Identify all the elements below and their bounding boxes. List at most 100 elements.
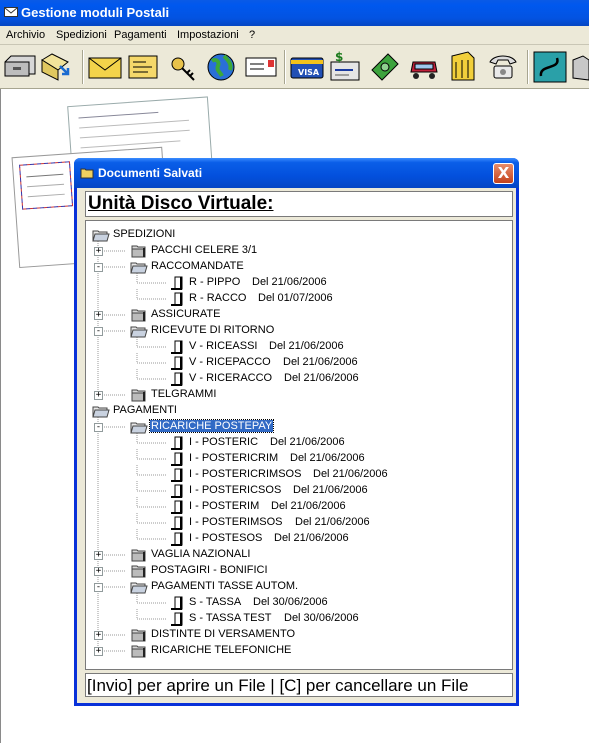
tree-item-date: Del 30/06/2006 <box>284 612 359 624</box>
menu-impostazioni[interactable]: Impostazioni <box>177 29 239 41</box>
visa-card-icon[interactable]: VISA <box>288 48 326 86</box>
tree-item-label: PAGAMENTI TASSE AUTOM. <box>151 580 299 592</box>
tree-item-date: Del 21/06/2006 <box>252 276 327 288</box>
expand-icon[interactable]: + <box>94 631 103 640</box>
tree-folder-item[interactable]: - RICARICHE POSTEPAY <box>86 419 512 435</box>
document-icon <box>171 436 183 450</box>
tree-document-item[interactable]: I - POSTERICRIM Del 21/06/2006 <box>86 451 512 467</box>
tree-item-label: I - POSTERICRIM <box>189 452 279 464</box>
tree-document-item[interactable]: I - POSTERIMSOS Del 21/06/2006 <box>86 515 512 531</box>
chart-icon[interactable] <box>531 48 569 86</box>
document-icon <box>171 500 183 514</box>
menu-bar: Archivio Spedizioni Pagamenti Impostazio… <box>0 26 589 45</box>
tree-item-label: V - RICEASSI <box>189 340 258 352</box>
tree-item-label: RICARICHE TELEFONICHE <box>151 644 292 656</box>
document-tree[interactable]: SPEDIZIONI + PACCHI CELERE 3/1 - RACCOMANDAT… <box>85 220 513 670</box>
menu-help[interactable]: ? <box>249 29 255 41</box>
box-icon[interactable] <box>569 48 589 86</box>
tree-folder-item[interactable]: + PACCHI CELERE 3/1 <box>86 243 512 259</box>
dialog-title-bar[interactable]: Documenti Salvati X <box>74 158 519 188</box>
tree-item-label: RACCOMANDATE <box>151 260 244 272</box>
tree-folder-item[interactable]: + DISTINTE DI VERSAMENTO <box>86 627 512 643</box>
document-icon <box>171 612 183 626</box>
tree-document-item[interactable]: I - POSTERIC Del 21/06/2006 <box>86 435 512 451</box>
tree-folder-item[interactable]: SPEDIZIONI <box>86 227 512 243</box>
expand-icon[interactable]: + <box>94 647 103 656</box>
tree-item-label: I - POSTERICSOS <box>189 484 282 496</box>
close-button[interactable]: X <box>493 163 514 184</box>
virtual-disk-heading-box: Unità Disco Virtuale: <box>85 191 513 217</box>
document-icon <box>171 340 183 354</box>
menu-spedizioni[interactable]: Spedizioni <box>56 29 107 41</box>
tree-item-date: Del 21/06/2006 <box>283 356 358 368</box>
tree-folder-item[interactable]: - RACCOMANDATE <box>86 259 512 275</box>
letter-icon[interactable] <box>124 48 162 86</box>
globe-icon[interactable] <box>202 48 240 86</box>
tree-document-item[interactable]: R - PIPPO Del 21/06/2006 <box>86 275 512 291</box>
tree-item-label: PACCHI CELERE 3/1 <box>151 244 258 256</box>
tree-item-date: Del 21/06/2006 <box>295 516 370 528</box>
tree-document-item[interactable]: V - RICEASSI Del 21/06/2006 <box>86 339 512 355</box>
tree-item-date: Del 21/06/2006 <box>293 484 368 496</box>
tree-document-item[interactable]: V - RICEPACCO Del 21/06/2006 <box>86 355 512 371</box>
mail-app-icon <box>4 7 18 17</box>
tree-document-item[interactable]: S - TASSA Del 30/06/2006 <box>86 595 512 611</box>
expand-icon[interactable]: + <box>94 551 103 560</box>
expand-icon[interactable]: + <box>94 567 103 576</box>
virtual-disk-heading: Unità Disco Virtuale: <box>88 193 274 214</box>
tree-item-date: Del 21/06/2006 <box>313 468 388 480</box>
document-icon <box>171 356 183 370</box>
collapse-icon[interactable]: - <box>94 423 103 432</box>
banknotes-icon[interactable] <box>366 48 404 86</box>
tree-folder-item[interactable]: + ASSICURATE <box>86 307 512 323</box>
menu-pagamenti[interactable]: Pagamenti <box>114 29 167 41</box>
expand-icon[interactable]: + <box>94 247 103 256</box>
tree-document-item[interactable]: I - POSTERIM Del 21/06/2006 <box>86 499 512 515</box>
tree-document-item[interactable]: I - POSTESOS Del 21/06/2006 <box>86 531 512 547</box>
tree-folder-item[interactable]: + TELGRAMMI <box>86 387 512 403</box>
key-icon[interactable] <box>164 48 202 86</box>
tree-item-label: DISTINTE DI VERSAMENTO <box>151 628 296 640</box>
money-check-icon[interactable]: $ <box>327 48 365 86</box>
tree-folder-item[interactable]: - RICEVUTE DI RITORNO <box>86 323 512 339</box>
tree-folder-item[interactable]: + VAGLIA NAZIONALI <box>86 547 512 563</box>
cabinet-icon[interactable] <box>444 48 482 86</box>
tree-item-date: Del 21/06/2006 <box>274 532 349 544</box>
tree-document-item[interactable]: R - RACCO Del 01/07/2006 <box>86 291 512 307</box>
document-icon <box>171 372 183 386</box>
folder-icon <box>131 309 146 322</box>
tree-item-label: VAGLIA NAZIONALI <box>151 548 251 560</box>
postcard-icon[interactable] <box>242 48 280 86</box>
collapse-icon[interactable]: - <box>94 263 103 272</box>
tree-document-item[interactable]: I - POSTERICRIMSOS Del 21/06/2006 <box>86 467 512 483</box>
tree-item-date: Del 01/07/2006 <box>258 292 333 304</box>
collapse-icon[interactable]: - <box>94 583 103 592</box>
status-hint-box: [Invio] per aprire un File | [C] per can… <box>85 673 513 697</box>
tree-folder-item[interactable]: + POSTAGIRI - BONIFICI <box>86 563 512 579</box>
folder-icon <box>131 629 146 642</box>
tree-folder-item[interactable]: - PAGAMENTI TASSE AUTOM. <box>86 579 512 595</box>
document-icon <box>171 596 183 610</box>
menu-archivio[interactable]: Archivio <box>6 29 45 41</box>
tree-folder-item[interactable]: + RICARICHE TELEFONICHE <box>86 643 512 659</box>
tree-item-date: Del 21/06/2006 <box>271 500 346 512</box>
status-hint: [Invio] per aprire un File | [C] per can… <box>87 676 469 695</box>
expand-icon[interactable]: + <box>94 391 103 400</box>
folder-icon <box>80 168 94 179</box>
tree-item-date: Del 30/06/2006 <box>253 596 328 608</box>
tree-document-item[interactable]: S - TASSA TEST Del 30/06/2006 <box>86 611 512 627</box>
tree-document-item[interactable]: V - RICERACCO Del 21/06/2006 <box>86 371 512 387</box>
tree-document-item[interactable]: I - POSTERICSOS Del 21/06/2006 <box>86 483 512 499</box>
tree-folder-item[interactable]: PAGAMENTI <box>86 403 512 419</box>
car-icon[interactable] <box>405 48 443 86</box>
envelope-icon[interactable] <box>86 48 124 86</box>
folder-icon <box>131 245 146 258</box>
open-drawer-icon[interactable] <box>1 48 39 86</box>
telephone-icon[interactable] <box>484 48 522 86</box>
folder-icon <box>131 389 146 402</box>
expand-icon[interactable]: + <box>94 311 103 320</box>
app-title-bar[interactable]: Gestione moduli Postali <box>0 0 589 26</box>
open-folder-arrow-icon[interactable] <box>38 48 76 86</box>
collapse-icon[interactable]: - <box>94 327 103 336</box>
open-folder-icon <box>92 230 110 242</box>
